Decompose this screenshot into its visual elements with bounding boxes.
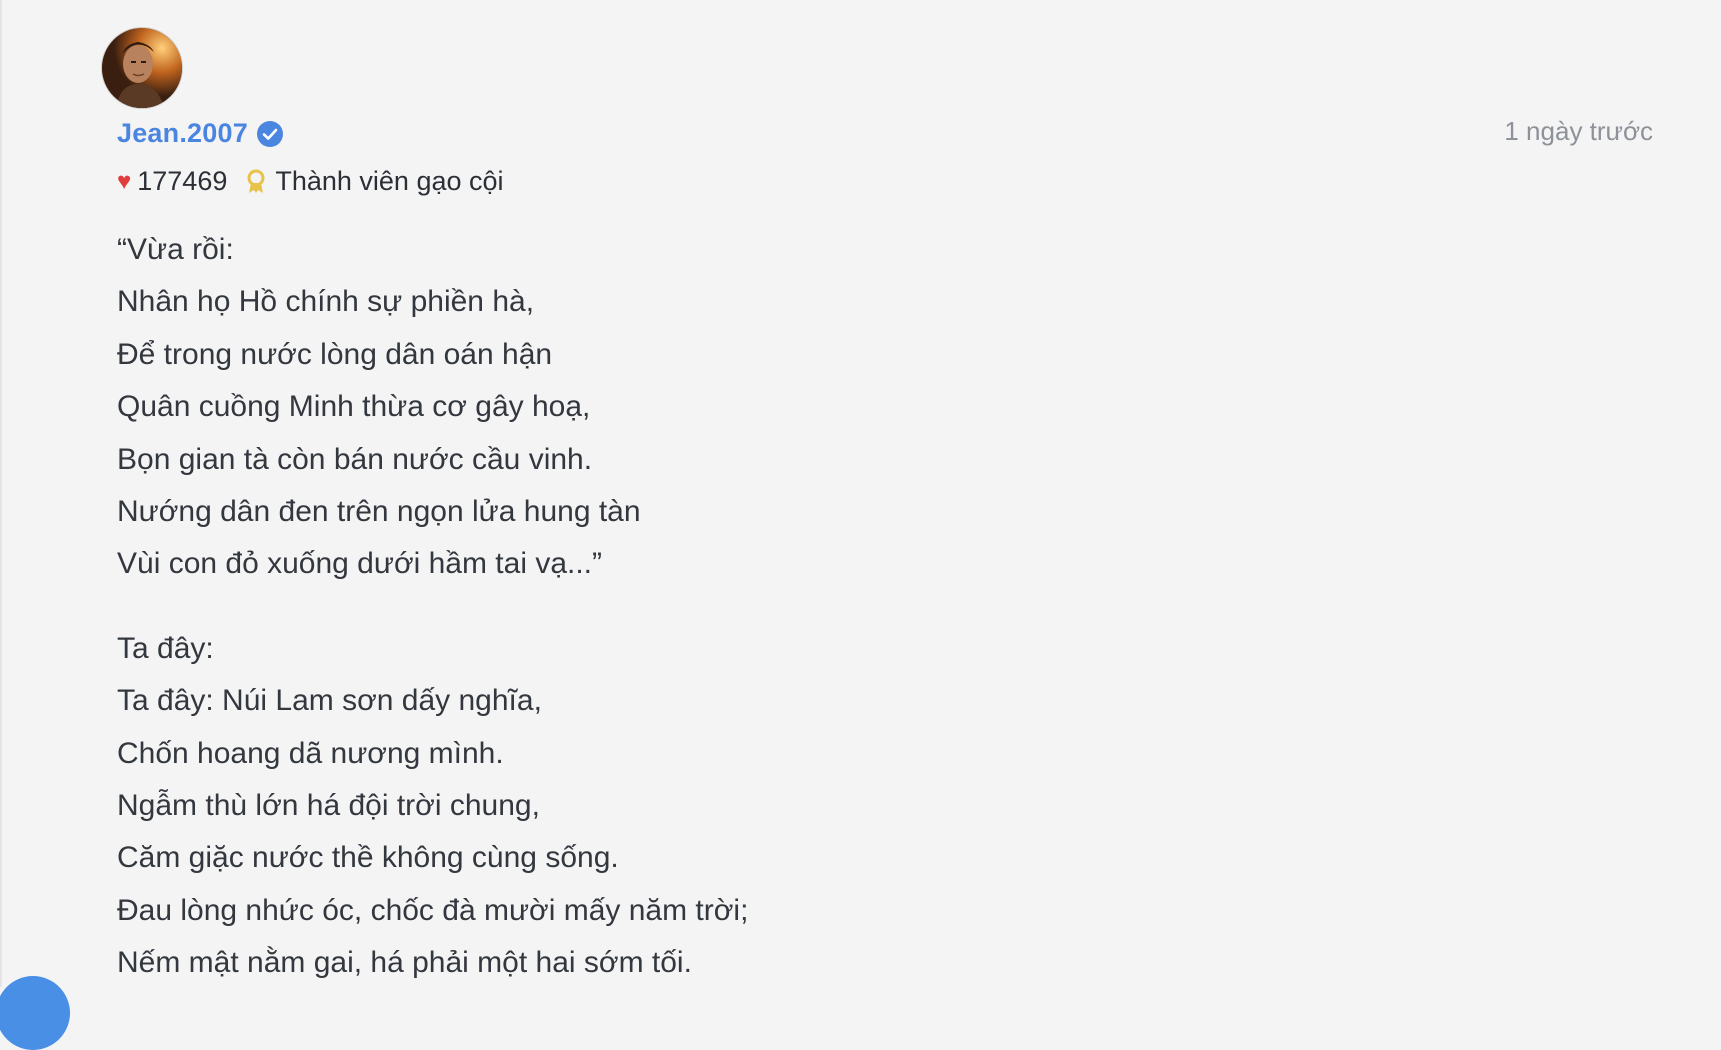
- stanza: “Vừa rồi: Nhân họ Hồ chính sự phiền hà, …: [117, 224, 1617, 591]
- member-rank: Thành viên gạo cội: [275, 166, 504, 196]
- poem-line: Ta đây: Núi Lam sơn dấy nghĩa,: [117, 684, 542, 718]
- poem-line: Để trong nước lòng dân oán hận: [117, 337, 553, 371]
- poem-line: Nướng dân đen trên ngọn lửa hung tàn: [117, 495, 641, 529]
- poem-line: Ta đây:: [117, 631, 214, 665]
- medal-icon: [245, 169, 267, 195]
- poem-line: Ngẫm thù lớn há đội trời chung,: [117, 789, 540, 823]
- forum-post: Jean.2007 1 ngày trước ♥ 177469 Thành vi…: [0, 0, 1721, 1050]
- heart-icon: ♥: [117, 167, 132, 195]
- verified-badge-icon: [256, 120, 284, 148]
- like-count: 177469: [137, 166, 228, 196]
- poem-line: “Vừa rồi:: [117, 233, 234, 266]
- post-timestamp: 1 ngày trước: [1504, 116, 1653, 146]
- poem-line: Chốn hoang dã nương mình.: [117, 736, 504, 770]
- poem-line: Vùi con đỏ xuống dưới hầm tai vạ...”: [117, 547, 603, 581]
- poem-line: Nhân họ Hồ chính sự phiền hà,: [117, 285, 535, 319]
- poem-line: Quân cuồng Minh thừa cơ gây hoạ,: [117, 390, 591, 424]
- poem-line: Nếm mật nằm gai, há phải một hai sớm tối…: [117, 946, 692, 980]
- poem-line: Đau lòng nhức óc, chốc đà mười mấy năm t…: [117, 893, 749, 927]
- stanza: Ta đây: Ta đây: Núi Lam sơn dấy nghĩa, C…: [117, 623, 1617, 990]
- username-link[interactable]: Jean.2007: [117, 118, 248, 149]
- poem-line: Căm giặc nước thề không cùng sống.: [117, 841, 619, 875]
- poem-line: Bọn gian tà còn bán nước cầu vinh.: [117, 442, 593, 476]
- author-row: Jean.2007: [117, 118, 284, 149]
- author-meta: ♥ 177469 Thành viên gạo cội: [117, 166, 504, 197]
- stanza-spacer: [117, 591, 1617, 623]
- floating-action-button[interactable]: [0, 976, 70, 1050]
- avatar[interactable]: [102, 28, 182, 108]
- post-content: “Vừa rồi: Nhân họ Hồ chính sự phiền hà, …: [117, 224, 1617, 990]
